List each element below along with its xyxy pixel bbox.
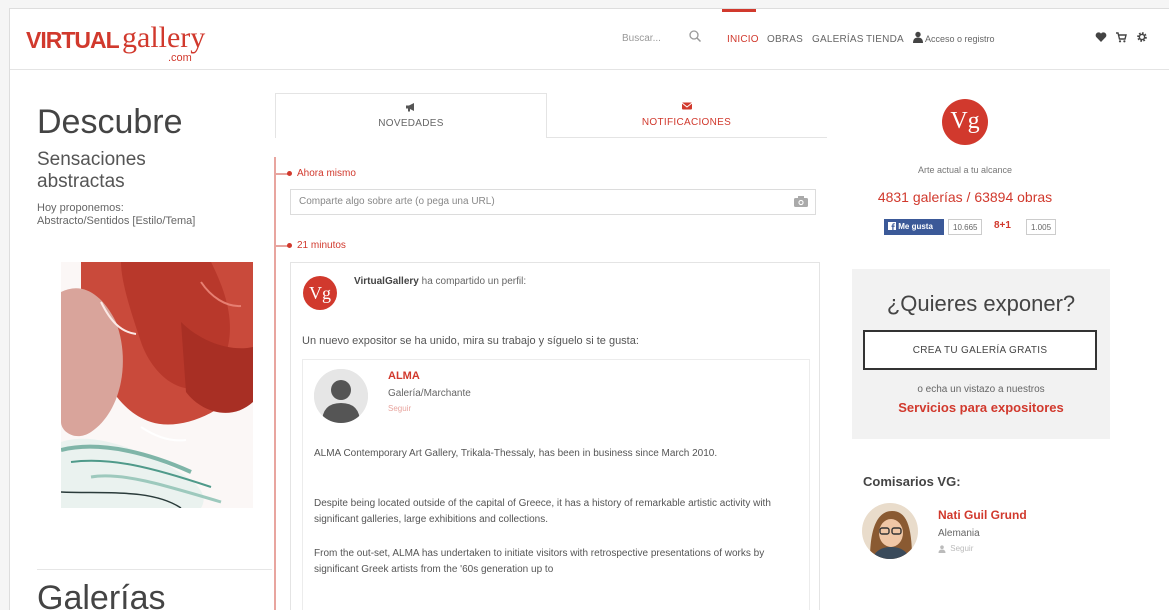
profile-paragraph: From the out-set, ALMA has undertaken to… — [314, 548, 765, 575]
megaphone-icon — [406, 103, 414, 112]
timeline-dot — [287, 243, 292, 248]
timeline-dot — [287, 171, 292, 176]
feed-tabs: NOVEDADES NOTIFICACIONES — [275, 93, 827, 138]
active-nav-indicator — [722, 9, 756, 12]
facebook-count: 10.665 — [948, 219, 983, 235]
profile-avatar[interactable] — [314, 369, 368, 423]
cart-icon[interactable] — [1115, 31, 1127, 43]
proposal-style-link[interactable]: Abstracto/Sentidos [Estilo/Tema] — [37, 215, 267, 228]
curator-country: Alemania — [938, 528, 980, 539]
expose-title: ¿Quieres exponer? — [886, 291, 1076, 316]
header: VIRTUAL gallery .com Buscar... INICIO OB… — [10, 9, 1169, 70]
tab-novedades[interactable]: NOVEDADES — [275, 93, 547, 138]
logo-gallery: gallery — [122, 21, 206, 54]
curator-photo[interactable] — [862, 503, 918, 559]
profile-name[interactable]: ALMA — [388, 370, 420, 382]
post-header: VirtualGallery ha compartido un perfil: — [354, 276, 526, 287]
services-link[interactable]: Servicios para expositores — [852, 400, 1110, 415]
profile-paragraph: Despite being located outside of the cap… — [314, 498, 771, 525]
nav-inicio[interactable]: INICIO — [727, 34, 759, 45]
post-action: ha compartido un perfil: — [418, 276, 527, 287]
facebook-icon — [888, 222, 896, 230]
share-input[interactable]: Comparte algo sobre arte (o pega una URL… — [290, 189, 816, 215]
user-icon — [913, 31, 923, 43]
page: VIRTUAL gallery .com Buscar... INICIO OB… — [9, 8, 1169, 610]
tab-novedades-label: NOVEDADES — [378, 118, 444, 129]
tab-notificaciones-label: NOTIFICACIONES — [641, 117, 732, 128]
curator-name[interactable]: Nati Guil Grund — [938, 508, 1027, 522]
curator-follow-label: Seguir — [950, 544, 974, 553]
camera-icon[interactable] — [793, 195, 809, 208]
author-avatar[interactable]: Vg — [303, 276, 337, 310]
discover-title: Descubre — [37, 103, 183, 141]
curator-follow-button[interactable]: Seguir — [938, 544, 973, 553]
proposal-label: Hoy proponemos: — [37, 202, 124, 214]
gear-icon[interactable] — [1136, 31, 1148, 43]
timeline-time-label: 21 minutos — [297, 240, 346, 251]
heart-icon[interactable] — [1095, 31, 1107, 43]
googleplus-count: 1.005 — [1026, 219, 1057, 235]
googleplus-button[interactable]: 8+1 — [994, 220, 1011, 231]
feed-post: Vg VirtualGallery ha compartido un perfi… — [290, 262, 820, 610]
post-author[interactable]: VirtualGallery — [354, 276, 419, 287]
nav-obras[interactable]: OBRAS — [767, 34, 803, 45]
share-placeholder: Comparte algo sobre arte (o pega una URL… — [299, 196, 495, 207]
nav-tienda[interactable]: TIENDA — [866, 34, 904, 45]
login-link[interactable]: Acceso o registro — [925, 34, 995, 44]
featured-artwork[interactable] — [61, 262, 253, 508]
facebook-like-button[interactable]: Me gusta — [884, 219, 944, 235]
timeline-line — [274, 157, 276, 610]
envelope-icon — [681, 102, 692, 110]
site-stats[interactable]: 4831 galerías / 63894 obras — [853, 189, 1077, 205]
profile-card[interactable]: ALMA Galería/Marchante Seguir ALMA Conte… — [302, 359, 810, 610]
galleries-title: Galerías — [37, 579, 166, 610]
tagline: Arte actual a tu alcance — [917, 165, 1013, 175]
proposal-text: Hoy proponemos: Abstracto/Sentidos [Esti… — [37, 202, 267, 228]
search-icon[interactable] — [688, 29, 702, 43]
text-fade — [303, 586, 809, 610]
add-user-icon — [938, 545, 946, 553]
logo-virtual: VIRTUAL — [26, 27, 120, 53]
facebook-like-label: Me gusta — [898, 222, 933, 231]
discover-subtitle: Sensaciones abstractas — [37, 149, 146, 192]
nav-galerias[interactable]: GALERÍAS — [812, 34, 864, 45]
tab-notificaciones[interactable]: NOTIFICACIONES — [546, 93, 827, 138]
discover-panel: Descubre Sensaciones abstractas Hoy prop… — [10, 69, 272, 610]
profile-paragraph: ALMA Contemporary Art Gallery, Trikala-T… — [314, 448, 718, 459]
section-divider — [37, 569, 272, 570]
post-text: Un nuevo expositor se ha unido, mira su … — [302, 335, 639, 347]
logo-com: .com — [168, 52, 192, 64]
expose-panel: ¿Quieres exponer? CREA TU GALERÍA GRATIS… — [852, 269, 1110, 439]
vg-logo: Vg — [942, 99, 988, 145]
timeline-now-label: Ahora mismo — [297, 168, 356, 179]
curators-title: Comisarios VG: — [863, 474, 961, 489]
services-intro: o echa un vistazo a nuestros — [917, 384, 1045, 395]
follow-button[interactable]: Seguir — [388, 404, 411, 413]
create-gallery-button[interactable]: CREA TU GALERÍA GRATIS — [863, 330, 1097, 370]
profile-type: Galería/Marchante — [388, 388, 471, 399]
search-input[interactable]: Buscar... — [622, 33, 661, 44]
